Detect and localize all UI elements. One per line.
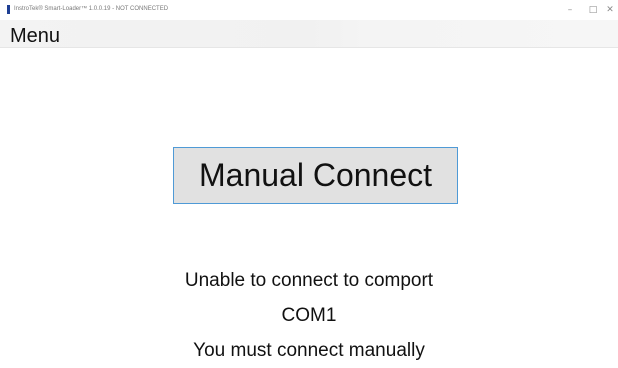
title-bar[interactable]: InstroTek® Smart-Loader™ 1.0.0.19 - NOT … — [0, 0, 618, 20]
window-title: InstroTek® Smart-Loader™ 1.0.0.19 - NOT … — [14, 6, 169, 12]
manual-connect-instruction: You must connect manually — [193, 340, 425, 361]
menu-bar: Menu — [0, 20, 618, 48]
comport-name: COM1 — [281, 305, 337, 326]
manual-connect-button[interactable]: Manual Connect — [173, 147, 458, 204]
minimize-button[interactable]: – — [560, 2, 580, 18]
application-window: InstroTek® Smart-Loader™ 1.0.0.19 - NOT … — [0, 0, 618, 368]
close-button[interactable]: ✕ — [600, 2, 618, 18]
app-icon — [7, 5, 10, 14]
connection-error-message: Unable to connect to comport — [184, 270, 434, 291]
menu-item-menu[interactable]: Menu — [10, 25, 60, 47]
main-content: Manual Connect Unable to connect to comp… — [0, 49, 618, 368]
